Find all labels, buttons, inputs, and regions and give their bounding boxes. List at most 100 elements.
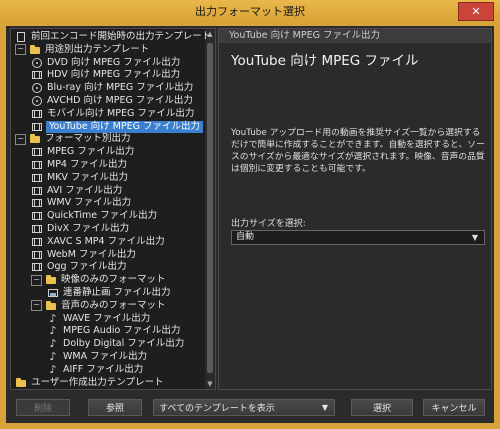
note-icon: ♪	[49, 350, 57, 363]
tree-item[interactable]: − 映像のみのフォーマット	[31, 274, 167, 286]
tree-item-label: 音声のみのフォーマット	[61, 299, 166, 311]
tree-item-label: WAVE ファイル出力	[63, 312, 151, 324]
dropdown-arrow-icon: ▼	[471, 233, 478, 242]
note-icon: ♪	[49, 324, 57, 338]
note-icon: ♪	[49, 337, 57, 351]
film-icon	[31, 146, 43, 158]
folder-icon	[45, 300, 57, 312]
tree-item[interactable]: HDV 向け MPEG ファイル出力	[31, 69, 181, 81]
tree-item-label: Blu-ray 向け MPEG ファイル出力	[47, 82, 194, 94]
detail-header: YouTube 向け MPEG ファイル出力	[219, 29, 491, 43]
film-icon	[31, 159, 43, 171]
detail-description: YouTube アップロード用の動画を推奨サイズ一覧から選択するだけで簡単に作成…	[231, 128, 485, 174]
tree-item[interactable]: WebM ファイル出力	[31, 249, 137, 261]
doc-icon	[15, 31, 27, 43]
expander-icon[interactable]: −	[15, 133, 26, 145]
template-tree[interactable]: ▲ ▼ 前回エンコード開始時の出力テンプレート − 用途別出力テンプレート DVD 向…	[10, 28, 216, 390]
tree-item[interactable]: DVD 向け MPEG ファイル出力	[31, 57, 181, 69]
tree-item-label: 前回エンコード開始時の出力テンプレート	[31, 31, 212, 42]
tree-item[interactable]: − フォーマット別出力	[15, 133, 132, 145]
tree-item[interactable]: 前回エンコード開始時の出力テンプレート	[15, 31, 212, 43]
output-size-select[interactable]: 自動 ▼	[231, 230, 485, 245]
disc-icon	[31, 82, 43, 94]
image-icon	[47, 287, 59, 299]
output-size-label: 出力サイズを選択:	[231, 219, 306, 229]
tree-item-label: フォーマット別出力	[45, 133, 131, 145]
close-button[interactable]: ✕	[458, 2, 494, 21]
tree-item[interactable]: ♪ MPEG Audio ファイル出力	[47, 325, 181, 337]
tree-item-label: WMV ファイル出力	[47, 197, 132, 209]
template-filter-select[interactable]: すべてのテンプレートを表示 ▼	[153, 399, 335, 416]
folder-icon	[29, 133, 41, 145]
tree-item-label: MKV ファイル出力	[47, 171, 128, 183]
tree-item[interactable]: DivX ファイル出力	[31, 223, 130, 235]
tree-item[interactable]: Blu-ray 向け MPEG ファイル出力	[31, 82, 194, 94]
tree-item-label: 用途別出力テンプレート	[45, 43, 150, 55]
tree-item-label: モバイル向け MPEG ファイル出力	[47, 107, 195, 119]
tree-item-label: 映像のみのフォーマット	[61, 274, 166, 286]
expander-icon[interactable]: −	[31, 300, 42, 312]
select-button[interactable]: 選択	[351, 399, 413, 416]
note-icon: ♪	[49, 362, 57, 376]
tree-scrollbar[interactable]: ▲ ▼	[205, 29, 215, 389]
tree-item[interactable]: ユーザー作成出力テンプレート	[15, 377, 165, 389]
tree-item[interactable]: AVI ファイル出力	[31, 185, 123, 197]
tree-item[interactable]: ♪ Dolby Digital ファイル出力	[47, 338, 185, 350]
tree-item-label: DVD 向け MPEG ファイル出力	[47, 56, 181, 68]
tree-item[interactable]: ♪ WMA ファイル出力	[47, 351, 148, 363]
tree-item[interactable]: WMV ファイル出力	[31, 197, 132, 209]
tree-item-label: AIFF ファイル出力	[63, 363, 144, 375]
tree-item[interactable]: ♪ AIFF ファイル出力	[47, 362, 144, 376]
scroll-down-icon[interactable]: ▼	[205, 379, 215, 389]
cancel-button[interactable]: キャンセル	[423, 399, 485, 416]
tree-item[interactable]: MKV ファイル出力	[31, 172, 129, 184]
window-title: 出力フォーマット選択	[195, 5, 305, 18]
tree-item[interactable]: XAVC S MP4 ファイル出力	[31, 236, 166, 248]
tree-item-label: Dolby Digital ファイル出力	[63, 338, 185, 350]
tree-item-label: Ogg ファイル出力	[47, 261, 127, 273]
tree-item[interactable]: − 用途別出力テンプレート	[15, 44, 150, 56]
film-icon	[31, 223, 43, 235]
delete-button[interactable]: 削除	[16, 399, 70, 416]
tree-item[interactable]: YouTube 向け MPEG ファイル出力	[31, 120, 203, 133]
tree-item-label: DivX ファイル出力	[47, 223, 130, 234]
film-icon	[31, 210, 43, 222]
note-icon: ♪	[49, 311, 57, 325]
tree-item[interactable]: Ogg ファイル出力	[31, 261, 128, 273]
tree-item-label: MPEG Audio ファイル出力	[63, 325, 181, 337]
tree-item-label: WMA ファイル出力	[63, 351, 148, 362]
film-icon	[31, 249, 43, 261]
film-icon	[31, 197, 43, 209]
scroll-thumb[interactable]	[207, 43, 213, 373]
window-titlebar: 出力フォーマット選択 ✕	[0, 0, 500, 22]
tree-item-label: HDV 向け MPEG ファイル出力	[47, 69, 181, 81]
tree-item[interactable]: − 音声のみのフォーマット	[31, 300, 167, 312]
disc-icon	[31, 57, 43, 69]
tree-item-label: XAVC S MP4 ファイル出力	[47, 235, 165, 247]
expander-icon[interactable]: −	[15, 44, 26, 56]
expander-icon[interactable]: −	[31, 274, 42, 286]
folder-icon	[15, 377, 27, 389]
dropdown-arrow-icon: ▼	[321, 403, 328, 412]
tree-item-label: MP4 ファイル出力	[47, 159, 127, 170]
detail-panel: YouTube 向け MPEG ファイル出力 YouTube 向け MPEG フ…	[218, 28, 492, 390]
output-size-value: 自動	[236, 232, 255, 242]
tree-item[interactable]: 連番静止画 ファイル出力	[47, 287, 172, 299]
folder-icon	[45, 274, 57, 286]
tree-item-label: WebM ファイル出力	[47, 248, 136, 260]
tree-item[interactable]: ♪ WAVE ファイル出力	[47, 311, 151, 325]
tree-item[interactable]: MP4 ファイル出力	[31, 159, 128, 171]
tree-item-label: QuickTime ファイル出力	[47, 210, 158, 222]
tree-item[interactable]: QuickTime ファイル出力	[31, 210, 158, 222]
tree-item-label: AVI ファイル出力	[47, 184, 123, 196]
tree-item[interactable]: モバイル向け MPEG ファイル出力	[31, 108, 195, 120]
film-icon	[31, 108, 43, 120]
tree-item[interactable]: MPEG ファイル出力	[31, 146, 135, 158]
tree-item[interactable]: AVCHD 向け MPEG ファイル出力	[31, 95, 194, 107]
film-icon	[31, 172, 43, 184]
disc-icon	[31, 95, 43, 107]
tree-item-label: AVCHD 向け MPEG ファイル出力	[47, 95, 193, 106]
browse-button[interactable]: 参照	[88, 399, 142, 416]
film-icon	[31, 236, 43, 248]
template-filter-value: すべてのテンプレートを表示	[159, 404, 275, 414]
